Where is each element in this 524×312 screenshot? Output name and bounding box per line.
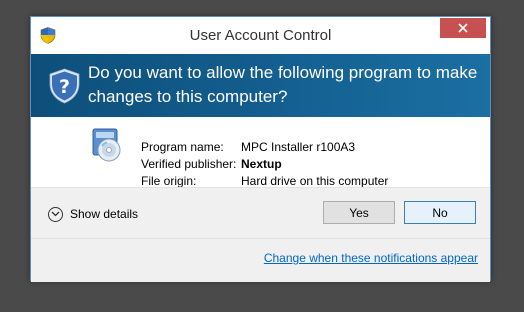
chevron-down-icon: [48, 206, 63, 222]
installer-icon: [89, 127, 125, 163]
title-bar: User Account Control: [31, 17, 490, 54]
program-details: Program name: MPC Installer r100A3 Verif…: [31, 117, 490, 188]
notification-settings-link[interactable]: Change when these notifications appear: [264, 251, 478, 265]
publisher-value: Nextup: [241, 157, 282, 171]
no-button[interactable]: No: [404, 201, 476, 224]
uac-shield-icon: ?: [48, 68, 81, 104]
show-details-label: Show details: [70, 207, 139, 221]
close-button[interactable]: [440, 18, 486, 38]
window-title: User Account Control: [189, 27, 332, 44]
show-details-toggle[interactable]: Show details: [48, 205, 138, 223]
uac-dialog: User Account Control ? Do you want to al…: [30, 16, 491, 282]
program-name-value: MPC Installer r100A3: [241, 140, 356, 154]
close-icon: [458, 23, 468, 33]
button-area: Show details Yes No: [31, 187, 490, 239]
banner-question: Do you want to allow the following progr…: [88, 63, 478, 106]
footer: Change when these notifications appear: [31, 238, 490, 282]
program-name-label: Program name:: [141, 140, 224, 154]
publisher-label: Verified publisher:: [141, 157, 237, 171]
question-banner: ? Do you want to allow the following pro…: [31, 54, 490, 117]
yes-button[interactable]: Yes: [323, 201, 395, 224]
svg-text:?: ?: [59, 76, 70, 98]
